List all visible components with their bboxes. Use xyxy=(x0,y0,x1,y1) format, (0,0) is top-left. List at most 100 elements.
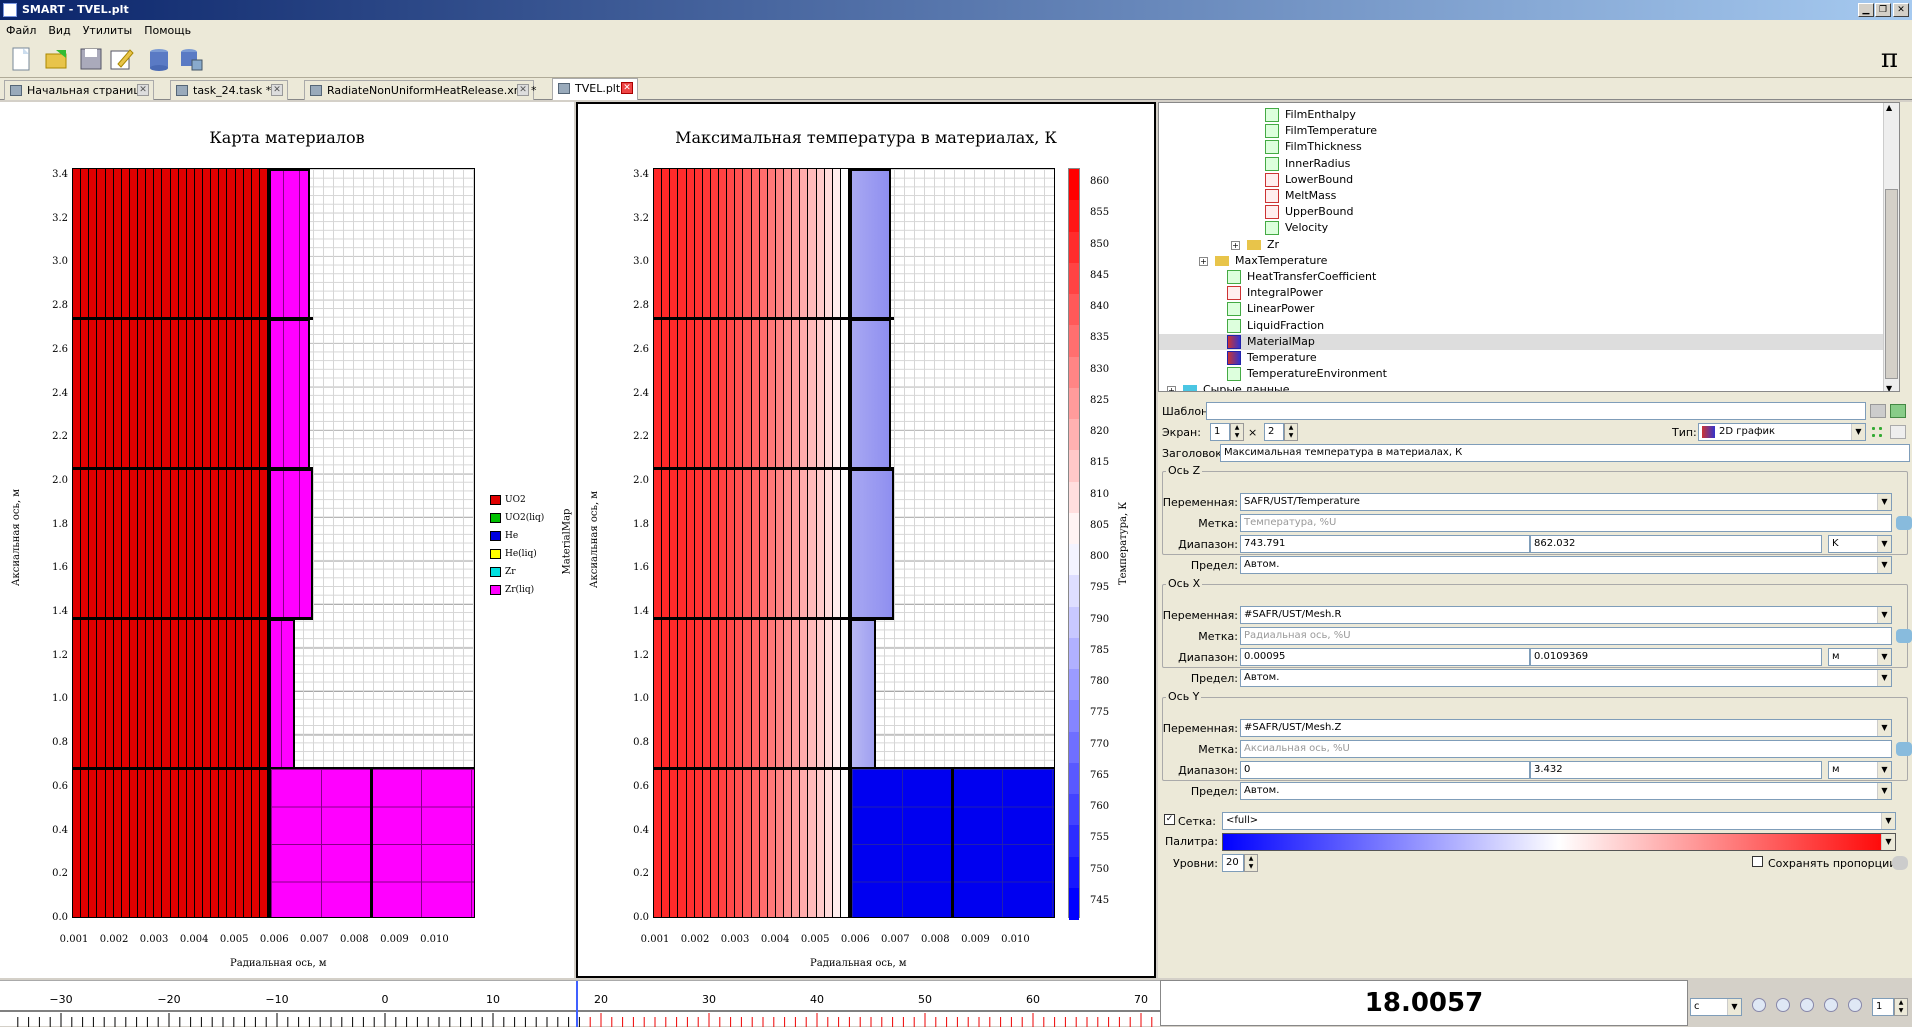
menu-view[interactable]: Вид xyxy=(42,24,76,37)
chevron-down-icon[interactable]: ▼ xyxy=(1877,670,1891,686)
axis-x-min-input[interactable]: 0.00095 xyxy=(1240,648,1530,666)
axis-y-limit-select[interactable]: Автом. ▼ xyxy=(1240,782,1892,800)
chevron-down-icon[interactable]: ▼ xyxy=(1877,494,1891,510)
database-icon[interactable] xyxy=(146,46,172,72)
tree-item[interactable]: IntegralPower xyxy=(1227,285,1323,301)
chevron-down-icon[interactable]: ▼ xyxy=(1851,424,1865,440)
maximize-button[interactable]: ❐ xyxy=(1875,3,1891,17)
axis-x-max-input[interactable]: 0.0109369 xyxy=(1530,648,1822,666)
chevron-down-icon[interactable]: ▼ xyxy=(1877,607,1891,623)
axis-x-unit-select[interactable]: м ▼ xyxy=(1828,648,1892,666)
axis-y-mark-input[interactable]: Аксиальная ось, %U xyxy=(1240,740,1892,758)
tree-item[interactable]: LinearPower xyxy=(1227,301,1314,317)
axis-z-max-input[interactable]: 862.032 xyxy=(1530,535,1822,553)
chevron-down-icon[interactable]: ▼ xyxy=(1877,720,1891,736)
levels-input[interactable]: 20 xyxy=(1222,854,1244,872)
axis-z-limit-select[interactable]: Автом. ▼ xyxy=(1240,556,1892,574)
plot-area[interactable] xyxy=(72,168,475,918)
axis-y-min-input[interactable]: 0 xyxy=(1240,761,1530,779)
screen-cols-spinner[interactable]: ▲ ▼ xyxy=(1284,423,1298,441)
expand-icon[interactable]: + xyxy=(1199,256,1208,266)
time-cursor[interactable] xyxy=(576,981,578,1027)
new-file-icon[interactable] xyxy=(8,46,34,72)
close-tab-icon[interactable]: ✕ xyxy=(517,84,529,96)
axis-y-max-input[interactable]: 3.432 xyxy=(1530,761,1822,779)
axis-x-variable-select[interactable]: #SAFR/UST/Mesh.R ▼ xyxy=(1240,606,1892,624)
pi-icon[interactable]: π xyxy=(1881,44,1898,74)
palette-select[interactable]: ▼ xyxy=(1222,833,1896,851)
scroll-up-icon[interactable]: ▲ xyxy=(1886,103,1892,112)
chevron-down-icon[interactable]: ▼ xyxy=(1877,649,1891,665)
tree-scrollbar[interactable]: ▲ ▼ xyxy=(1883,103,1899,391)
tree-item[interactable]: TemperatureEnvironment xyxy=(1227,366,1387,382)
database-export-icon[interactable] xyxy=(178,46,204,72)
menu-help[interactable]: Помощь xyxy=(138,24,197,37)
tab-tvel-plt[interactable]: TVEL.plt ✕ xyxy=(552,78,638,100)
keep-ratio-checkbox[interactable] xyxy=(1752,856,1763,867)
edit-icon[interactable] xyxy=(108,46,134,72)
clear-icon[interactable] xyxy=(1890,425,1906,439)
axis-z-unit-select[interactable]: K ▼ xyxy=(1828,535,1892,553)
chevron-down-icon[interactable]: ▼ xyxy=(1877,557,1891,573)
save-icon[interactable] xyxy=(78,46,104,72)
close-tab-icon[interactable]: ✕ xyxy=(137,84,149,96)
play-icon[interactable] xyxy=(1800,998,1814,1012)
axis-x-mark-input[interactable]: Радиальная ось, %U xyxy=(1240,627,1892,645)
tree-item[interactable]: FilmThickness xyxy=(1265,139,1362,155)
tree-item[interactable]: MaxTemperature xyxy=(1215,253,1327,269)
step-forward-icon[interactable] xyxy=(1824,998,1838,1012)
scroll-down-icon[interactable]: ▼ xyxy=(1886,384,1892,391)
fast-forward-icon[interactable] xyxy=(1848,998,1862,1012)
image-icon[interactable] xyxy=(1890,404,1906,418)
tree-item[interactable]: MeltMass xyxy=(1265,188,1336,204)
minimize-button[interactable]: ▁ xyxy=(1858,3,1874,17)
timeline-ruler[interactable]: −30 −20 −10 0 10 20 30 40 50 60 70 xyxy=(0,980,1160,1027)
chevron-down-icon[interactable]: ▼ xyxy=(1877,536,1891,552)
screen-rows-spinner[interactable]: ▲ ▼ xyxy=(1230,423,1244,441)
chevron-down-icon[interactable]: ▼ xyxy=(1727,999,1741,1015)
tree-item[interactable]: LowerBound xyxy=(1265,172,1353,188)
tree-item[interactable]: FilmTemperature xyxy=(1265,123,1377,139)
tree-item[interactable]: Velocity xyxy=(1265,220,1328,236)
rewind-icon[interactable] xyxy=(1752,998,1766,1012)
tree-item[interactable]: HeatTransferCoefficient xyxy=(1227,269,1376,285)
axis-z-mark-input[interactable]: Температура, %U xyxy=(1240,514,1892,532)
tree-item[interactable]: FilmEnthalpy xyxy=(1265,107,1356,123)
axis-z-min-input[interactable]: 743.791 xyxy=(1240,535,1530,553)
close-button[interactable]: ✕ xyxy=(1893,3,1909,17)
tree-item[interactable]: MaterialMap xyxy=(1159,333,1899,350)
variable-tree[interactable]: FilmEnthalpy FilmTemperature FilmThickness… xyxy=(1158,102,1900,392)
save-template-icon[interactable] xyxy=(1870,404,1886,418)
close-tab-icon[interactable]: ✕ xyxy=(271,84,283,96)
axis-y-variable-select[interactable]: #SAFR/UST/Mesh.Z ▼ xyxy=(1240,719,1892,737)
link-icon[interactable] xyxy=(1896,516,1912,530)
open-folder-icon[interactable] xyxy=(44,46,70,72)
template-input[interactable] xyxy=(1206,402,1866,420)
tree-item[interactable]: Temperature xyxy=(1227,350,1317,366)
chevron-down-icon[interactable]: ▼ xyxy=(1877,783,1891,799)
chevron-down-icon[interactable]: ▼ xyxy=(1877,762,1891,778)
max-temperature-plot[interactable]: Максимальная температура в материалах, К… xyxy=(576,102,1156,978)
step-input[interactable]: 1 xyxy=(1872,998,1894,1016)
tree-item[interactable]: Zr xyxy=(1247,237,1279,253)
expand-icon[interactable]: + xyxy=(1231,240,1240,250)
menu-file[interactable]: Файл xyxy=(0,24,42,37)
axis-y-unit-select[interactable]: м ▼ xyxy=(1828,761,1892,779)
menu-utilities[interactable]: Утилиты xyxy=(77,24,139,37)
grid-checkbox[interactable]: ✓ xyxy=(1164,814,1175,825)
tree-item[interactable]: Сырые данные xyxy=(1183,382,1289,391)
tree-item[interactable]: LiquidFraction xyxy=(1227,318,1324,334)
link-icon[interactable] xyxy=(1896,742,1912,756)
chevron-down-icon[interactable]: ▼ xyxy=(1881,834,1895,850)
plot-type-select[interactable]: 2D график ▼ xyxy=(1698,423,1866,441)
tree-item[interactable]: InnerRadius xyxy=(1265,156,1350,172)
settings-icon[interactable] xyxy=(1892,856,1908,870)
grid-layout-icon[interactable] xyxy=(1870,425,1886,439)
tab-start-page[interactable]: Начальная страница ✕ xyxy=(4,80,154,100)
screen-cols-input[interactable]: 2 xyxy=(1264,423,1284,441)
axis-z-variable-select[interactable]: SAFR/UST/Temperature ▼ xyxy=(1240,493,1892,511)
header-input[interactable]: Максимальная температура в материалах, К xyxy=(1220,444,1910,462)
close-tab-icon[interactable]: ✕ xyxy=(621,82,633,94)
chevron-down-icon[interactable]: ▼ xyxy=(1881,813,1895,829)
material-map-plot[interactable]: Карта материалов 3.4 3.2 3.0 2.8 2.6 2.4 2.2 2.… xyxy=(0,102,574,978)
